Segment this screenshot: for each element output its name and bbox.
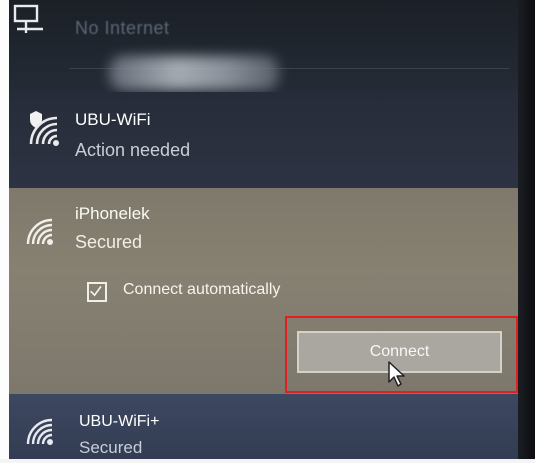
network-name: iPhonelek bbox=[75, 204, 150, 223]
network-name: UBU-WiFi bbox=[75, 110, 151, 129]
checkmark-icon bbox=[90, 285, 102, 297]
monitor-bezel-left bbox=[0, 0, 9, 463]
network-status: Secured bbox=[79, 438, 143, 457]
wifi-shield-icon bbox=[29, 111, 59, 146]
wifi-icon bbox=[26, 418, 53, 445]
network-name: UBU-WiFi+ bbox=[79, 413, 160, 430]
connect-automatically-label: Connect automatically bbox=[123, 281, 281, 298]
ethernet-pc-icon bbox=[13, 4, 43, 33]
network-status: Secured bbox=[75, 232, 143, 252]
mouse-cursor-icon bbox=[388, 361, 405, 387]
monitor-bezel-bottom bbox=[0, 459, 535, 463]
wifi-flyout-panel: No Internet UBU-WiFi Action needed iPhon… bbox=[9, 0, 518, 459]
connect-automatically-checkbox[interactable] bbox=[87, 282, 107, 302]
network-status: Action needed bbox=[75, 140, 191, 160]
network-item-ubu-wifi-plus[interactable]: UBU-WiFi+ Secured bbox=[9, 394, 518, 459]
network-status-no-internet: No Internet bbox=[75, 18, 170, 38]
blurred-network-name bbox=[109, 56, 279, 90]
network-item-ethernet[interactable]: No Internet bbox=[9, 0, 518, 92]
monitor-bezel-right bbox=[518, 0, 535, 463]
wifi-icon bbox=[26, 218, 53, 245]
network-item-ubu-wifi[interactable]: UBU-WiFi Action needed bbox=[9, 92, 518, 188]
